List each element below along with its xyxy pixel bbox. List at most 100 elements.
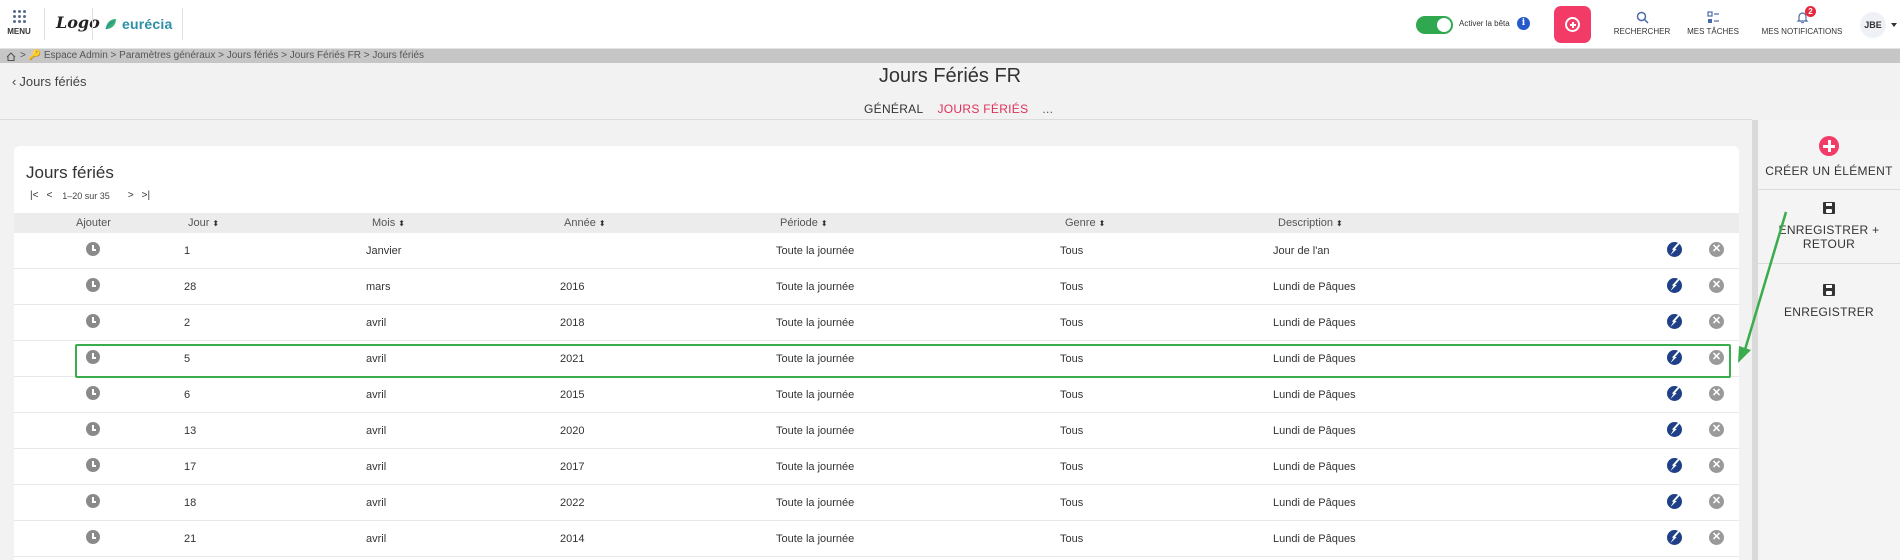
clock-icon[interactable]: [86, 458, 100, 472]
delete-icon[interactable]: ✕: [1709, 386, 1724, 401]
cell-description: Jour de l'an: [1273, 245, 1330, 257]
cell-mois: avril: [366, 497, 387, 509]
save-and-return-button[interactable]: ENREGISTRER + RETOUR: [1758, 202, 1900, 251]
table-row[interactable]: 28 mars 2016 Toute la journée Tous Lundi de P…: [14, 269, 1739, 305]
column-header-periode[interactable]: Période ⬍: [780, 217, 828, 229]
first-page-button[interactable]: |<: [30, 190, 38, 201]
tasks-button[interactable]: MES TÂCHES: [1683, 11, 1743, 36]
delete-icon[interactable]: ✕: [1709, 242, 1724, 257]
menu-button[interactable]: MENU: [4, 10, 34, 36]
delete-icon[interactable]: ✕: [1709, 278, 1724, 293]
home-icon[interactable]: [6, 51, 16, 61]
table-row[interactable]: 1 Janvier Toute la journée Tous Jour de l'an…: [14, 233, 1739, 269]
prev-page-button[interactable]: <: [46, 190, 52, 201]
cell-mois: mars: [366, 281, 391, 293]
sort-icon: ⬍: [598, 219, 606, 228]
beta-toggle[interactable]: [1416, 16, 1453, 34]
lightning-icon[interactable]: [1667, 242, 1682, 257]
table-row[interactable]: 18 avril 2022 Toute la journée Tous Lundi de …: [14, 485, 1739, 521]
cell-jour: 1: [184, 245, 191, 257]
cell-annee: 2014: [560, 533, 585, 545]
user-avatar[interactable]: JBE: [1860, 12, 1886, 38]
delete-icon[interactable]: ✕: [1709, 422, 1724, 437]
last-page-button[interactable]: >|: [142, 190, 150, 201]
clock-icon[interactable]: [86, 422, 100, 436]
table-row[interactable]: 6 avril 2015 Toute la journée Tous Lundi de P…: [14, 377, 1739, 413]
table-row[interactable]: 17 avril 2017 Toute la journée Tous Lundi de …: [14, 449, 1739, 485]
lightning-icon[interactable]: [1667, 350, 1682, 365]
company-logo[interactable]: Logo: [56, 13, 100, 32]
cell-jour: 13: [184, 425, 197, 437]
delete-icon[interactable]: ✕: [1709, 458, 1724, 473]
cell-periode: Toute la journée: [776, 353, 855, 365]
column-header-label: Mois: [372, 217, 396, 229]
cell-description: Lundi de Pâques: [1273, 353, 1356, 365]
column-header-description[interactable]: Description ⬍: [1278, 217, 1343, 229]
column-header-genre[interactable]: Genre ⬍: [1065, 217, 1105, 229]
cell-jour: 18: [184, 497, 197, 509]
lightning-icon[interactable]: [1667, 386, 1682, 401]
lightning-icon[interactable]: [1667, 530, 1682, 545]
save-button[interactable]: ENREGISTRER: [1758, 284, 1900, 319]
clock-icon[interactable]: [86, 314, 100, 328]
table-row[interactable]: 5 avril 2021 Toute la journée Tous Lundi de P…: [14, 341, 1739, 377]
lightning-icon[interactable]: [1667, 422, 1682, 437]
clock-icon[interactable]: [86, 278, 100, 292]
breadcrumb-path[interactable]: > 🔑 Espace Admin > Paramètres généraux >…: [20, 49, 424, 63]
clock-icon[interactable]: [86, 242, 100, 256]
search-icon: [1636, 11, 1649, 24]
column-header-label: Période: [780, 217, 818, 229]
lightning-icon[interactable]: [1667, 458, 1682, 473]
table-row[interactable]: 13 avril 2020 Toute la journée Tous Lundi de …: [14, 413, 1739, 449]
create-element-label: CRÉER UN ÉLÉMENT: [1765, 164, 1893, 178]
delete-icon[interactable]: ✕: [1709, 494, 1724, 509]
cell-mois: avril: [366, 389, 387, 401]
create-element-button[interactable]: CRÉER UN ÉLÉMENT: [1758, 136, 1900, 178]
lightning-icon[interactable]: [1667, 494, 1682, 509]
cell-genre: Tous: [1060, 317, 1084, 329]
clock-icon[interactable]: [86, 494, 100, 508]
lightning-icon[interactable]: [1667, 278, 1682, 293]
tab-more[interactable]: ...: [1035, 102, 1060, 120]
chevron-down-icon[interactable]: [1891, 23, 1897, 27]
tab-general[interactable]: GÉNÉRAL: [857, 102, 930, 120]
cell-jour: 21: [184, 533, 197, 545]
cell-mois: avril: [366, 533, 387, 545]
tasks-label: MES TÂCHES: [1687, 27, 1739, 36]
column-header-annee[interactable]: Année ⬍: [564, 217, 606, 229]
column-header-jour[interactable]: Jour ⬍: [188, 217, 219, 229]
cell-annee: 2018: [560, 317, 585, 329]
notifications-button[interactable]: 2 MES NOTIFICATIONS: [1756, 6, 1848, 36]
cell-annee: 2022: [560, 497, 585, 509]
pagination: |< < 1–20 sur 35 > >|: [30, 190, 150, 201]
cell-annee: 2015: [560, 389, 585, 401]
brand-logo[interactable]: eurécia: [104, 16, 172, 32]
column-header-label: Genre: [1065, 217, 1096, 229]
cell-description: Lundi de Pâques: [1273, 461, 1356, 473]
breadcrumb: > 🔑 Espace Admin > Paramètres généraux >…: [0, 49, 1900, 63]
search-label: RECHERCHER: [1613, 27, 1671, 36]
cell-periode: Toute la journée: [776, 425, 855, 437]
delete-icon[interactable]: ✕: [1709, 530, 1724, 545]
clock-icon[interactable]: [86, 350, 100, 364]
column-header-mois[interactable]: Mois ⬍: [372, 217, 405, 229]
clock-icon[interactable]: [86, 386, 100, 400]
card-title: Jours fériés: [26, 163, 114, 182]
clock-icon[interactable]: [86, 530, 100, 544]
quick-add-button[interactable]: [1554, 6, 1591, 43]
delete-icon[interactable]: ✕: [1709, 314, 1724, 329]
search-button[interactable]: RECHERCHER: [1612, 11, 1672, 36]
table-row[interactable]: 2 avril 2018 Toute la journée Tous Lundi de P…: [14, 305, 1739, 341]
cell-periode: Toute la journée: [776, 281, 855, 293]
save-label: ENREGISTRER: [1784, 305, 1874, 319]
page-title: Jours Fériés FR: [878, 65, 1022, 87]
tab-jours-feries[interactable]: JOURS FÉRIÉS: [930, 102, 1036, 120]
cell-description: Lundi de Pâques: [1273, 281, 1356, 293]
lightning-icon[interactable]: [1667, 314, 1682, 329]
info-icon[interactable]: i: [1517, 17, 1530, 30]
table-row[interactable]: 21 avril 2014 Toute la journée Tous Lundi de …: [14, 521, 1739, 557]
delete-icon[interactable]: ✕: [1709, 350, 1724, 365]
cell-genre: Tous: [1060, 497, 1084, 509]
next-page-button[interactable]: >: [128, 190, 134, 201]
sort-icon: ⬍: [212, 219, 220, 228]
